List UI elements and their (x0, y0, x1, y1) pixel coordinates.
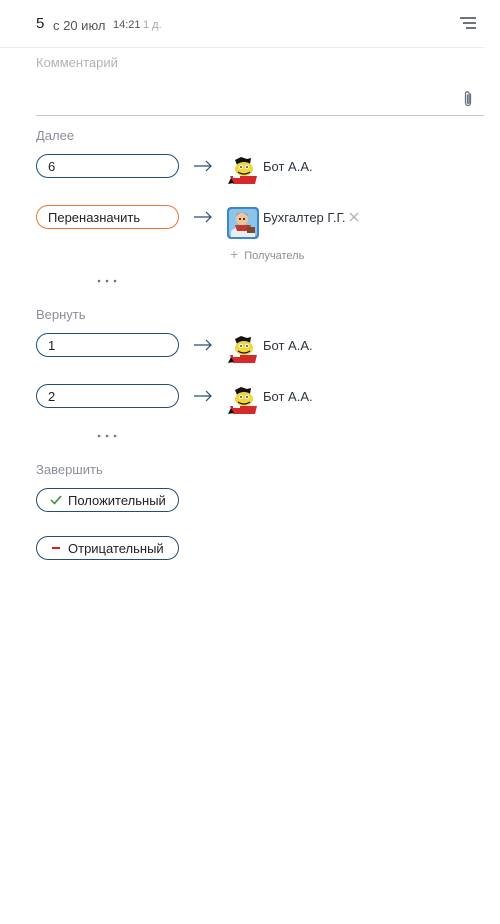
step-number: 5 (36, 15, 45, 32)
comment-input[interactable] (36, 52, 456, 72)
assignee-name[interactable]: Бот А.А. (263, 389, 313, 404)
assignee-name[interactable]: Бот А.А. (263, 338, 313, 353)
return-button-2[interactable]: 2 (36, 384, 179, 408)
more-dots-icon[interactable] (97, 279, 117, 283)
start-time: 14:21 (113, 19, 141, 31)
transition-label: 2 (48, 389, 56, 404)
reassign-button[interactable]: Переназначить (36, 205, 179, 229)
checkmark-icon (50, 495, 62, 505)
cartoon-accountant-avatar-icon[interactable] (227, 207, 259, 239)
finish-section-title: Завершить (36, 462, 103, 477)
arrow-right-icon (194, 339, 212, 351)
positive-result-button[interactable]: Положительный (36, 488, 179, 512)
add-recipient-label: Получатель (244, 250, 305, 262)
arrow-right-icon (194, 390, 212, 402)
negative-result-button[interactable]: Отрицательный (36, 536, 179, 560)
duration: 1 д. (143, 19, 162, 31)
transition-button-6[interactable]: 6 (36, 154, 179, 178)
cartoon-bot-avatar-icon[interactable] (227, 335, 259, 367)
add-recipient-button[interactable]: + Получатель (230, 246, 304, 262)
cartoon-bot-avatar-icon[interactable] (227, 386, 259, 418)
next-section-title: Далее (36, 128, 75, 143)
task-header: 5 с 20 июл 14:21 1 д. (0, 0, 484, 48)
list-filter-icon[interactable] (460, 16, 476, 30)
remove-assignee-close-icon[interactable] (349, 212, 359, 222)
arrow-right-icon (194, 160, 212, 172)
return-button-1[interactable]: 1 (36, 333, 179, 357)
positive-result-label: Положительный (68, 493, 166, 508)
more-dots-icon[interactable] (97, 434, 117, 438)
transition-label: 6 (48, 159, 56, 174)
assignee-name[interactable]: Бот А.А. (263, 159, 313, 174)
cartoon-bot-avatar-icon[interactable] (227, 156, 259, 188)
return-section-title: Вернуть (36, 307, 86, 322)
negative-result-label: Отрицательный (68, 541, 164, 556)
transition-label: 1 (48, 338, 56, 353)
attach-paperclip-icon[interactable] (462, 90, 474, 108)
assignee-name[interactable]: Бухгалтер Г.Г. (263, 210, 346, 225)
arrow-right-icon (194, 211, 212, 223)
plus-icon: + (230, 246, 239, 262)
comment-box (36, 52, 484, 116)
minus-icon (52, 547, 60, 549)
start-date: с 20 июл (53, 18, 106, 33)
reassign-label: Переназначить (48, 210, 141, 225)
